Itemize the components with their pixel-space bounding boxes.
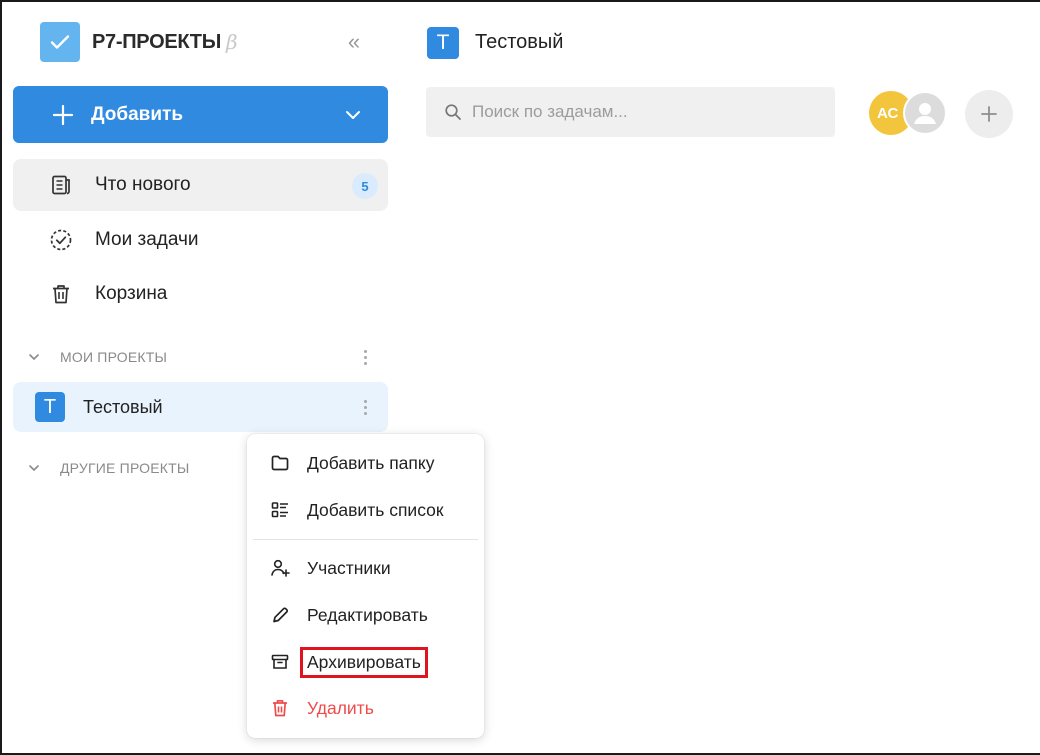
menu-label: Удалить — [307, 697, 374, 718]
project-avatar: Т — [35, 392, 65, 422]
menu-label: Добавить папку — [307, 452, 435, 473]
add-button-label: Добавить — [91, 103, 184, 125]
news-icon — [49, 173, 73, 197]
new-count-badge: 5 — [352, 173, 378, 199]
add-member-icon — [269, 557, 291, 579]
menu-label: Участники — [307, 557, 391, 578]
plus-icon — [51, 103, 75, 127]
section-label: ДРУГИЕ ПРОЕКТЫ — [60, 460, 190, 476]
menu-item-archive[interactable]: Архивировать — [247, 642, 484, 682]
menu-label: Добавить список — [307, 499, 444, 520]
add-button[interactable]: Добавить — [13, 86, 388, 143]
nav-item-my-tasks[interactable]: Мои задачи — [13, 214, 388, 266]
list-icon — [269, 499, 291, 521]
project-more-icon[interactable] — [355, 395, 375, 419]
add-user-button[interactable] — [965, 90, 1013, 138]
trash-icon — [49, 282, 73, 306]
chevron-down-icon — [26, 460, 42, 476]
nav-label: Что нового — [95, 174, 191, 195]
nav-item-whats-new[interactable]: Что нового 5 — [13, 159, 388, 211]
section-label: МОИ ПРОЕКТЫ — [60, 349, 168, 365]
menu-item-add-folder[interactable]: Добавить папку — [247, 443, 484, 483]
task-check-icon — [49, 228, 73, 252]
menu-item-members[interactable]: Участники — [247, 548, 484, 588]
user-avatar-placeholder[interactable] — [903, 91, 947, 135]
user-icon — [914, 103, 936, 124]
menu-item-delete[interactable]: Удалить — [247, 688, 484, 728]
menu-label: Архивировать — [300, 646, 428, 678]
section-other-projects[interactable]: ДРУГИЕ ПРОЕКТЫ — [26, 456, 190, 480]
project-item-testovy[interactable]: Т Тестовый — [13, 382, 388, 432]
plus-icon — [981, 106, 997, 122]
menu-item-edit[interactable]: Редактировать — [247, 595, 484, 635]
checkmark-icon — [50, 35, 70, 49]
chevron-down-icon[interactable] — [344, 106, 362, 124]
chevron-down-icon — [26, 349, 42, 365]
menu-item-add-list[interactable]: Добавить список — [247, 490, 484, 530]
delete-icon — [269, 697, 291, 719]
app-name: Р7-ПРОЕКТЫ — [92, 31, 221, 53]
section-my-projects[interactable]: МОИ ПРОЕКТЫ — [26, 345, 167, 369]
project-context-menu: Добавить папку Добавить список Участники… — [247, 434, 484, 738]
menu-label: Редактировать — [307, 604, 428, 625]
search-box[interactable] — [426, 87, 835, 137]
header-project-avatar: Т — [427, 27, 459, 59]
nav-item-trash[interactable]: Корзина — [13, 268, 388, 320]
menu-divider — [253, 539, 478, 540]
folder-icon — [269, 452, 291, 474]
section-more-icon[interactable] — [355, 345, 375, 369]
app-logo[interactable] — [40, 22, 80, 62]
archive-icon — [269, 651, 291, 673]
page-title: Тестовый — [475, 31, 564, 53]
project-name: Тестовый — [83, 396, 163, 417]
beta-mark: β — [226, 30, 238, 54]
nav-label: Корзина — [95, 283, 168, 304]
pencil-icon — [269, 604, 291, 626]
search-icon — [445, 104, 461, 120]
collapse-sidebar-button[interactable]: « — [340, 28, 368, 56]
nav-label: Мои задачи — [95, 229, 199, 250]
search-input[interactable] — [472, 102, 812, 122]
